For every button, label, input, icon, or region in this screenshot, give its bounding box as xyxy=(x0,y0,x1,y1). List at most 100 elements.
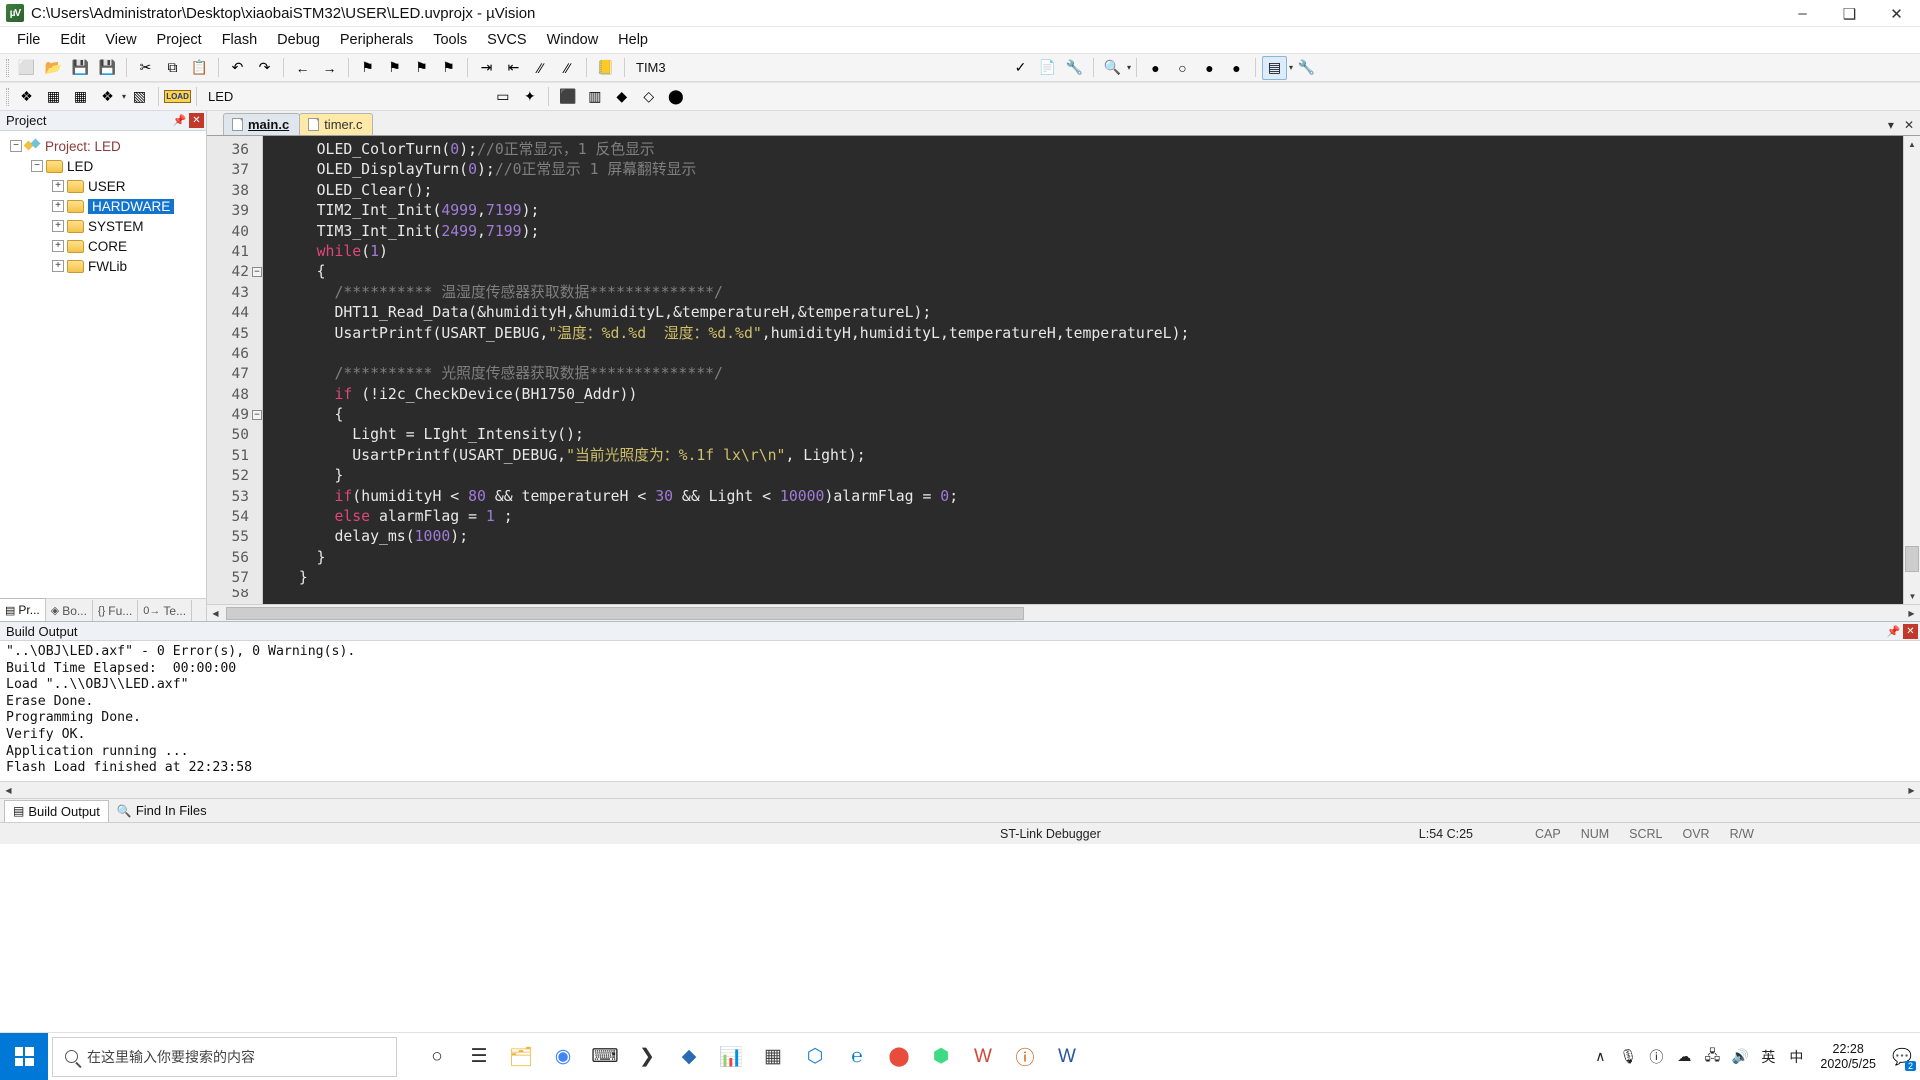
start-button[interactable] xyxy=(0,1032,48,1080)
minimize-button[interactable]: – xyxy=(1779,0,1826,27)
scroll-left-arrow-icon[interactable]: ◀ xyxy=(207,605,224,621)
android-studio-icon[interactable]: ⬢ xyxy=(921,1035,961,1079)
bottom-tab-find-in-files[interactable]: 🔍 Find In Files xyxy=(109,800,215,822)
network-icon[interactable]: 🖧 xyxy=(1702,1045,1722,1069)
horizontal-scroll-thumb[interactable] xyxy=(226,606,1024,620)
menu-item-peripherals[interactable]: Peripherals xyxy=(330,29,423,51)
menu-item-svcs[interactable]: SVCS xyxy=(477,29,537,51)
code-line[interactable]: if (!i2c_CheckDevice(BH1750_Addr)) xyxy=(263,385,1920,405)
tree-item-project-led[interactable]: − Project: LED xyxy=(0,136,206,156)
tree-item-system[interactable]: + SYSTEM xyxy=(0,216,206,236)
layout-dropdown-arrow-icon[interactable]: ▾ xyxy=(1289,63,1293,72)
code-line[interactable]: UsartPrintf(USART_DEBUG,"当前光照度为：%.1f lx\… xyxy=(263,446,1920,466)
taskbar-search-box[interactable]: 在这里输入你要搜索的内容 xyxy=(52,1036,397,1077)
paste-icon[interactable]: 📋 xyxy=(187,56,212,80)
batch-build-dropdown-arrow-icon[interactable]: ▾ xyxy=(122,92,126,101)
breakpoint-icon[interactable]: ● xyxy=(1143,56,1168,80)
close-icon[interactable]: ✕ xyxy=(1903,623,1918,639)
code-line[interactable]: OLED_Clear(); xyxy=(263,181,1920,201)
code-line[interactable]: { xyxy=(263,405,1920,425)
expand-icon[interactable]: + xyxy=(52,240,64,252)
code-fold-toggle[interactable]: − xyxy=(252,410,262,421)
manage-components-icon[interactable]: ⬛ xyxy=(555,85,580,109)
code-line[interactable]: /********** 光照度传感器获取数据**************/ xyxy=(263,364,1920,384)
download-icon[interactable]: LOAD xyxy=(164,85,191,109)
panel-tab-te[interactable]: 0→ Te... xyxy=(138,600,193,621)
menu-item-tools[interactable]: Tools xyxy=(423,29,477,51)
code-line[interactable]: OLED_DisplayTurn(0);//0正常显示 1 屏幕翻转显示 xyxy=(263,160,1920,180)
editor-tab-timer-c[interactable]: timer.c xyxy=(299,113,374,135)
terminal-icon[interactable]: ⌨ xyxy=(585,1035,625,1079)
tree-item-hardware[interactable]: + HARDWARE xyxy=(0,196,206,216)
scroll-right-arrow-icon[interactable]: ▶ xyxy=(1903,605,1920,621)
gem-icon[interactable]: ◇ xyxy=(636,85,661,109)
find-dropdown-arrow-icon[interactable]: ▾ xyxy=(1127,63,1131,72)
microphone-icon[interactable]: 🎙 xyxy=(1618,1048,1638,1065)
ime-extra-icon[interactable]: 中 xyxy=(1786,1047,1806,1067)
maximize-button[interactable]: ❑ xyxy=(1826,0,1873,27)
expand-icon[interactable]: + xyxy=(52,220,64,232)
globe-icon[interactable]: ⬤ xyxy=(663,85,688,109)
taskbar-clock[interactable]: 22:28 2020/5/25 xyxy=(1820,1042,1876,1072)
code-line[interactable]: if(humidityH < 80 && temperatureH < 30 &… xyxy=(263,487,1920,507)
close-button[interactable]: ✕ xyxy=(1873,0,1920,27)
code-line[interactable]: delay_ms(1000); xyxy=(263,527,1920,547)
breakpoint-disable-icon[interactable]: ○ xyxy=(1170,56,1195,80)
chrome-icon[interactable]: ◉ xyxy=(543,1035,583,1079)
charts-icon[interactable]: 📊 xyxy=(711,1035,751,1079)
code-line[interactable] xyxy=(263,344,1920,364)
notification-center-button[interactable]: 💬 2 xyxy=(1890,1045,1916,1071)
file-explorer-icon[interactable]: 🗂 xyxy=(501,1035,541,1079)
edge-icon[interactable]: ℮ xyxy=(837,1035,877,1079)
pin-icon[interactable]: 📌 xyxy=(172,113,187,128)
code-line[interactable]: OLED_ColorTurn(0);//0正常显示，1 反色显示 xyxy=(263,140,1920,160)
code-line[interactable]: DHT11_Read_Data(&humidityH,&humidityL,&t… xyxy=(263,303,1920,323)
translate-icon[interactable]: ❖ xyxy=(14,85,39,109)
vscode-icon[interactable]: ⬡ xyxy=(795,1035,835,1079)
menu-item-debug[interactable]: Debug xyxy=(267,29,330,51)
outdent-icon[interactable]: ⇤ xyxy=(501,56,526,80)
rebuild-icon[interactable]: ▦ xyxy=(68,85,93,109)
expand-icon[interactable]: + xyxy=(52,200,64,212)
target-select-icon[interactable]: ▭ xyxy=(490,85,515,109)
magic-wand-icon[interactable]: ✦ xyxy=(517,85,542,109)
build-scroll-left-icon[interactable]: ◀ xyxy=(0,782,17,798)
undo-icon[interactable]: ↶ xyxy=(225,56,250,80)
menu-item-help[interactable]: Help xyxy=(608,29,658,51)
code-line[interactable]: else alarmFlag = 1 ; xyxy=(263,507,1920,527)
volume-icon[interactable]: 🔊 xyxy=(1730,1048,1750,1065)
project-tree[interactable]: − Project: LED − LED + USER + HARDWARE + SYSTEM + C… xyxy=(0,131,206,598)
stop-build-icon[interactable]: ▧ xyxy=(127,85,152,109)
code-line[interactable]: } xyxy=(263,466,1920,486)
books-icon[interactable]: ◆ xyxy=(609,85,634,109)
code-line[interactable]: Light = LIght_Intensity(); xyxy=(263,425,1920,445)
calculator-icon[interactable]: ▦ xyxy=(753,1035,793,1079)
code-fold-toggle[interactable]: − xyxy=(252,267,262,278)
build-output-scrollbar[interactable]: ◀ ▶ xyxy=(0,781,1920,798)
cut-icon[interactable]: ✂ xyxy=(133,56,158,80)
insert-file-icon[interactable]: 📄 xyxy=(1035,56,1060,80)
breakpoint-clear-icon[interactable]: ● xyxy=(1197,56,1222,80)
pack-installer-icon[interactable]: ▥ xyxy=(582,85,607,109)
menu-item-project[interactable]: Project xyxy=(147,29,212,51)
menu-item-edit[interactable]: Edit xyxy=(50,29,95,51)
keil-tray-icon[interactable]: ⓘ xyxy=(1646,1047,1666,1067)
target-options-icon[interactable]: 📒 xyxy=(593,56,618,80)
record-icon[interactable]: ⬤ xyxy=(879,1035,919,1079)
build-scroll-right-icon[interactable]: ▶ xyxy=(1903,782,1920,798)
bookmark-next-icon[interactable]: ⚑ xyxy=(409,56,434,80)
uncomment-icon[interactable]: ∕∕ xyxy=(555,56,580,80)
tree-item-led[interactable]: − LED xyxy=(0,156,206,176)
tree-item-user[interactable]: + USER xyxy=(0,176,206,196)
ime-icon[interactable]: 英 xyxy=(1758,1047,1778,1067)
scroll-up-arrow-icon[interactable]: ▲ xyxy=(1904,136,1920,152)
collapse-icon[interactable]: − xyxy=(10,140,22,152)
task-view-icon[interactable]: ☰ xyxy=(459,1035,499,1079)
settings-wrench-icon[interactable]: 🔧 xyxy=(1294,56,1319,80)
tree-item-core[interactable]: + CORE xyxy=(0,236,206,256)
code-line[interactable]: UsartPrintf(USART_DEBUG,"温度：%d.%d 湿度：%d.… xyxy=(263,324,1920,344)
word-icon[interactable]: W xyxy=(1047,1035,1087,1079)
find-icon[interactable]: 🔍 xyxy=(1100,56,1125,80)
indent-icon[interactable]: ⇥ xyxy=(474,56,499,80)
bookmark-prev-icon[interactable]: ⚑ xyxy=(382,56,407,80)
